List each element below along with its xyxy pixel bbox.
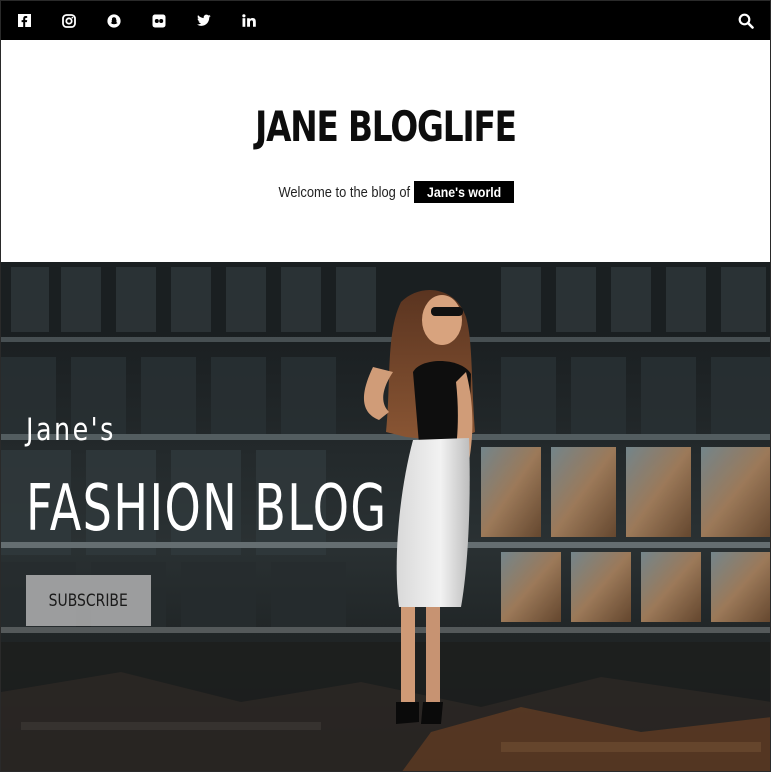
hero-banner: Jane's FASHION BLOG SUBSCRIBE (1, 262, 770, 771)
tagline-badge: Jane's world (413, 181, 515, 203)
social-links (1, 1, 287, 40)
instagram-icon[interactable] (62, 13, 76, 28)
tagline-text: Welcome to the blog of (278, 183, 410, 201)
site-header: JANE BLOGLIFE Welcome to the blog of Jan… (1, 40, 770, 262)
search-icon[interactable] (738, 13, 754, 29)
facebook-icon[interactable] (17, 14, 31, 28)
site-tagline: Welcome to the blog of Jane's world (1, 181, 770, 203)
flickr-icon[interactable] (152, 14, 166, 28)
hero-subtitle: Jane's (26, 412, 116, 448)
hero-title: FASHION BLOG (26, 472, 388, 546)
subscribe-button-label: SUBSCRIBE (48, 590, 129, 611)
subscribe-button[interactable]: SUBSCRIBE (26, 575, 151, 626)
linkedin-icon[interactable] (242, 14, 256, 28)
twitter-icon[interactable] (197, 14, 211, 28)
page-frame: JANE BLOGLIFE Welcome to the blog of Jan… (0, 0, 771, 772)
top-bar (1, 1, 770, 40)
tagline-badge-text: Jane's world (427, 184, 502, 200)
snapchat-icon[interactable] (107, 13, 121, 28)
site-title[interactable]: JANE BLOGLIFE (86, 106, 686, 148)
